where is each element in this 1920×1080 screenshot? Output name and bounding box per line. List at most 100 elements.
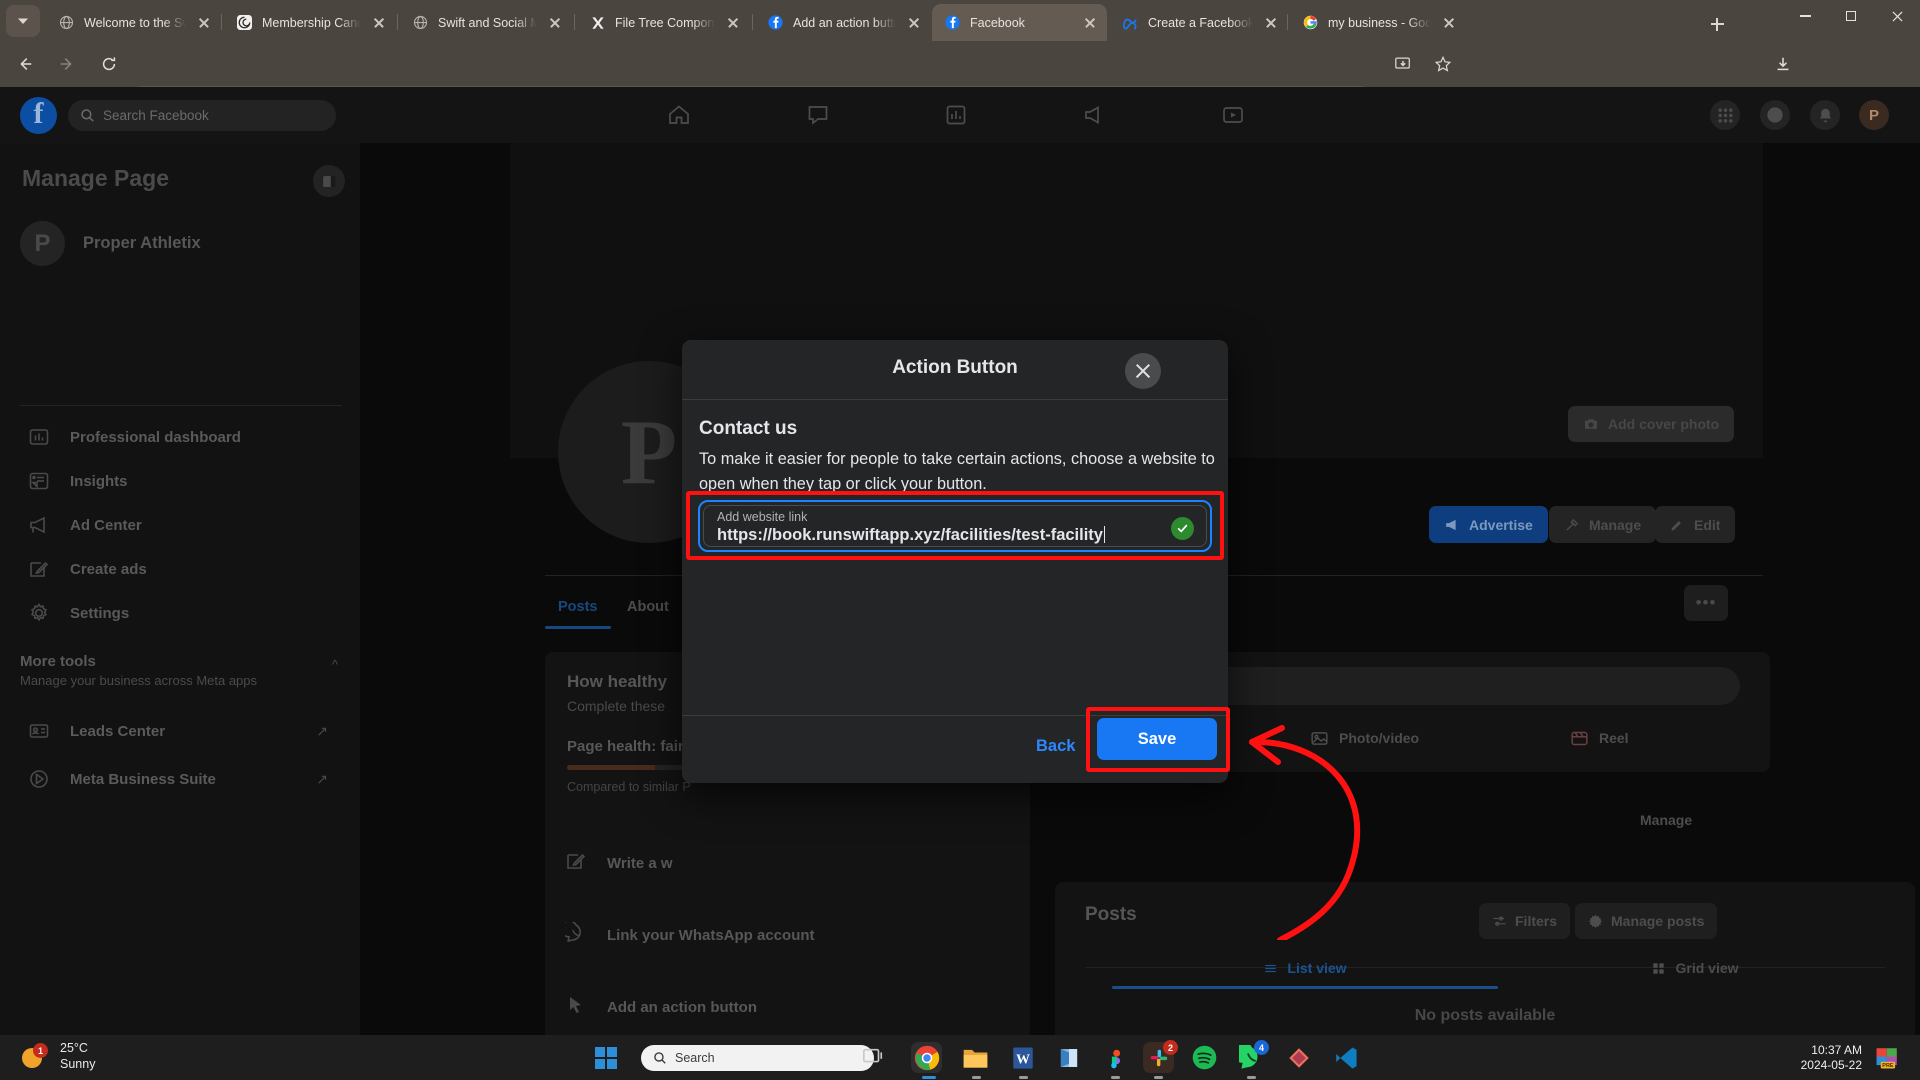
manage-posts-button[interactable]: Manage posts xyxy=(1575,903,1718,939)
chevron-up-icon[interactable]: ^ xyxy=(332,657,338,672)
video-tab-icon[interactable] xyxy=(1198,93,1268,137)
sidebar-item-meta-business-suite[interactable]: Meta Business Suite ↗ xyxy=(18,759,342,799)
collapse-sidebar-button[interactable] xyxy=(313,165,345,197)
sidebar-item-insights[interactable]: Insights xyxy=(18,461,342,501)
word-icon[interactable]: W xyxy=(1007,1042,1038,1073)
sidebar-page-name: Proper Athletix xyxy=(83,234,201,252)
close-icon[interactable] xyxy=(1125,353,1161,389)
search-input[interactable]: Search xyxy=(641,1045,874,1071)
sidebar-item-label: Professional dashboard xyxy=(70,428,241,446)
health-task-add-action-button[interactable]: Add an action button xyxy=(565,986,985,1028)
save-button[interactable]: Save xyxy=(1097,718,1217,760)
close-icon[interactable] xyxy=(546,14,564,32)
sidebar-item-professional-dashboard[interactable]: Professional dashboard xyxy=(18,417,342,457)
manage-page-sidebar: Manage Page P Proper Athletix Profession… xyxy=(0,143,360,1035)
pencil-square-icon xyxy=(565,850,587,877)
advertise-button[interactable]: Advertise xyxy=(1429,506,1548,543)
browser-tab[interactable]: my business - Google Sea xyxy=(1290,4,1466,41)
weather-text: 25°C Sunny xyxy=(60,1040,95,1072)
slack-icon[interactable]: 2 xyxy=(1143,1040,1178,1073)
composer-manage-link[interactable]: Manage xyxy=(1640,812,1692,828)
composer-button-label: Photo/video xyxy=(1339,730,1420,746)
file-explorer-icon[interactable] xyxy=(960,1042,991,1073)
sidebar-item-create-ads[interactable]: Create ads xyxy=(18,549,342,589)
close-icon[interactable] xyxy=(1440,14,1458,32)
tab-search-button[interactable] xyxy=(6,5,40,37)
health-task-write-welcome[interactable]: Write a w xyxy=(565,842,985,884)
close-icon[interactable] xyxy=(905,14,923,32)
home-icon[interactable] xyxy=(644,93,714,137)
filters-button[interactable]: Filters xyxy=(1479,903,1571,939)
messenger-tab-icon[interactable] xyxy=(783,93,853,137)
sidebar-item-label: Leads Center xyxy=(70,722,166,740)
more-tools-subtitle: Manage your business across Meta apps xyxy=(20,673,258,688)
reload-icon[interactable] xyxy=(94,49,124,79)
tab-grid-view[interactable]: Grid view xyxy=(1510,947,1880,989)
vscode-icon[interactable] xyxy=(1330,1042,1361,1073)
new-tab-button[interactable] xyxy=(1703,10,1731,38)
browser-tab[interactable]: File Tree Component – Ne xyxy=(577,4,750,41)
outlook-icon[interactable] xyxy=(1053,1042,1084,1073)
task-view-icon[interactable] xyxy=(862,1042,893,1073)
chrome-icon[interactable] xyxy=(911,1042,942,1073)
search-input[interactable]: Search Facebook xyxy=(68,100,336,131)
tab-list-view[interactable]: List view xyxy=(1105,947,1505,989)
sidebar-item-leads-center[interactable]: Leads Center ↗ xyxy=(18,711,342,751)
close-icon[interactable] xyxy=(724,14,742,32)
tab-about[interactable]: About xyxy=(614,585,682,629)
tab-separator xyxy=(574,14,575,30)
composer-photo-video-button[interactable]: Photo/video xyxy=(1310,719,1419,757)
close-icon[interactable] xyxy=(195,14,213,32)
sidebar-page-row[interactable]: P Proper Athletix xyxy=(20,221,201,266)
chrome-active-indicator xyxy=(922,1076,936,1079)
browser-tab[interactable]: Create a Facebook Page fo xyxy=(1110,4,1288,41)
spotify-icon[interactable] xyxy=(1189,1042,1220,1073)
health-task-link-whatsapp[interactable]: Link your WhatsApp account xyxy=(560,914,985,956)
start-button[interactable] xyxy=(594,1042,625,1073)
back-button[interactable]: Back xyxy=(1036,737,1075,756)
bookmark-star-icon[interactable] xyxy=(1428,49,1458,79)
weather-widget[interactable]: 1 25°C Sunny xyxy=(22,1040,95,1072)
tab-posts[interactable]: Posts xyxy=(545,585,611,629)
profile-more-button[interactable]: ••• xyxy=(1684,585,1728,621)
add-cover-photo-button[interactable]: Add cover photo xyxy=(1568,406,1735,442)
clock[interactable]: 10:37 AM 2024-05-22 xyxy=(1790,1043,1862,1073)
messenger-icon[interactable] xyxy=(1760,100,1790,130)
office-pre-icon[interactable]: PRE xyxy=(1874,1044,1905,1075)
ads-tab-icon[interactable] xyxy=(1059,93,1129,137)
downloads-icon[interactable] xyxy=(1768,49,1798,79)
browser-tab[interactable]: Swift and Social Media – S xyxy=(400,4,572,41)
figma-icon[interactable] xyxy=(1100,1042,1131,1073)
manage-button[interactable]: Manage xyxy=(1549,506,1657,543)
sidebar-item-settings[interactable]: Settings xyxy=(18,593,342,633)
affinity-icon[interactable] xyxy=(1283,1042,1314,1073)
apps-grid-icon[interactable] xyxy=(1710,100,1740,130)
more-tools-title: More tools xyxy=(20,653,96,670)
health-task-label: Link your WhatsApp account xyxy=(607,926,815,944)
edit-button[interactable]: Edit xyxy=(1655,506,1736,543)
whatsapp-icon[interactable]: 4 xyxy=(1231,1040,1269,1073)
composer-reel-button[interactable]: Reel xyxy=(1570,719,1629,757)
avatar[interactable]: P xyxy=(1859,100,1889,130)
maximize-button[interactable] xyxy=(1828,0,1874,32)
browser-tab[interactable]: Facebook xyxy=(932,4,1107,41)
back-icon[interactable] xyxy=(10,49,40,79)
minimize-button[interactable] xyxy=(1782,0,1828,32)
close-icon[interactable] xyxy=(370,14,388,32)
close-icon[interactable] xyxy=(1262,14,1280,32)
close-window-button[interactable] xyxy=(1874,0,1920,32)
close-icon[interactable] xyxy=(1081,14,1099,32)
weather-desc: Sunny xyxy=(60,1057,96,1071)
browser-tab[interactable]: Membership Cancellation xyxy=(224,4,396,41)
browser-tab[interactable]: Welcome to the Swift Help xyxy=(46,4,221,41)
sidebar-item-ad-center[interactable]: Ad Center xyxy=(18,505,342,545)
more-tools-section[interactable]: More tools Manage your business across M… xyxy=(20,653,342,688)
tab-title: Facebook xyxy=(970,15,1025,30)
facebook-logo-icon[interactable]: f xyxy=(20,97,57,134)
notifications-icon[interactable] xyxy=(1810,100,1840,130)
browser-tab[interactable]: Add an action button to y xyxy=(755,4,931,41)
insights-tab-icon[interactable] xyxy=(921,93,991,137)
website-link-input[interactable]: Add website link https://book.runswiftap… xyxy=(698,500,1212,552)
install-icon[interactable] xyxy=(1388,49,1418,79)
tab-title: File Tree Component – Ne xyxy=(615,15,715,30)
